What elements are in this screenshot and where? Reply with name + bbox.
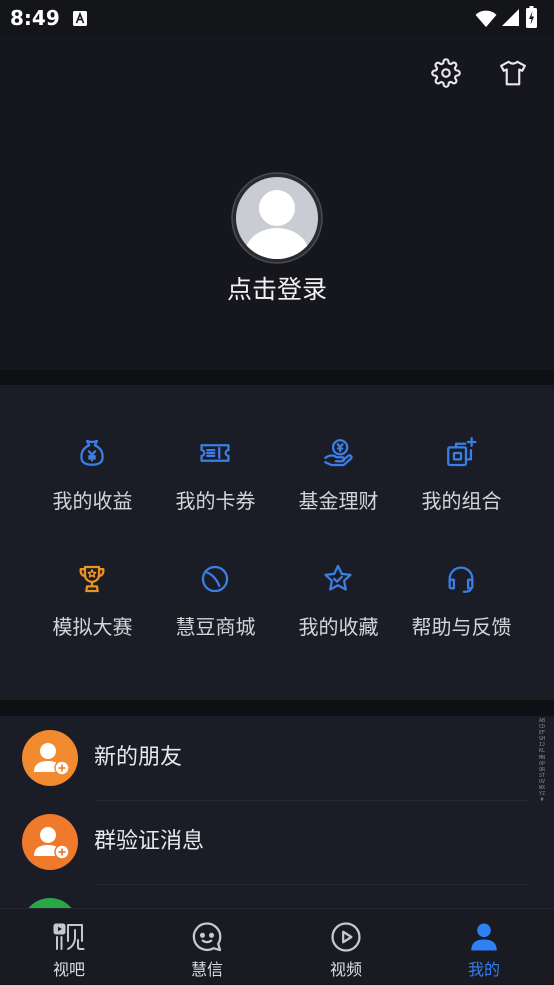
nav-item-video[interactable]: 视频 <box>277 909 415 985</box>
portfolio-add-icon <box>444 436 478 470</box>
battery-charging-icon <box>526 6 537 28</box>
app-notification-icon <box>73 11 87 26</box>
grid-item-label: 帮助与反馈 <box>411 615 512 639</box>
nav-label: 视频 <box>329 960 362 979</box>
bean-icon <box>198 562 232 596</box>
grid-item-earnings[interactable]: 我的收益 <box>31 436 154 516</box>
signal-icon <box>502 9 519 26</box>
grid-item-coupons[interactable]: 我的卡券 <box>154 436 277 516</box>
section-divider <box>0 370 554 385</box>
group-verify-icon <box>22 814 78 870</box>
person-icon <box>467 920 501 954</box>
status-time: 8:49 <box>10 6 60 30</box>
list-item-label: 群验证消息 <box>94 829 205 854</box>
profile-header: 点击登录 <box>0 37 554 370</box>
list-item-label: 新的朋友 <box>94 745 183 770</box>
grid-item-contest[interactable]: 模拟大赛 <box>31 562 154 642</box>
alphabet-index-bar[interactable]: ABCDEFGHIJKLMNOPQRSTUVWXYZ# <box>538 718 546 884</box>
grid-item-label: 慧豆商城 <box>175 615 256 639</box>
trophy-icon <box>75 562 109 596</box>
hand-coin-icon <box>321 436 355 470</box>
grid-item-label: 我的收藏 <box>298 615 379 639</box>
nav-label: 我的 <box>467 960 500 979</box>
list-item-partial[interactable] <box>0 884 554 908</box>
star-check-icon <box>321 562 355 596</box>
grid-item-label: 模拟大赛 <box>52 615 133 639</box>
default-avatar-icon[interactable] <box>231 172 323 264</box>
grid-item-label: 我的组合 <box>421 489 502 513</box>
wifi-icon <box>475 8 497 28</box>
add-friend-icon <box>22 730 78 786</box>
nav-item-shiba[interactable]: 视吧 <box>0 909 138 985</box>
grid-item-portfolio[interactable]: 我的组合 <box>400 436 523 516</box>
grid-item-funds[interactable]: 基金理财 <box>277 436 400 516</box>
grid-item-bean-mall[interactable]: 慧豆商城 <box>154 562 277 642</box>
nav-item-messages[interactable]: 慧信 <box>138 909 276 985</box>
chat-bubble-icon <box>190 920 224 954</box>
section-divider <box>0 700 554 716</box>
status-bar: 8:49 <box>0 0 554 37</box>
ticket-icon <box>198 436 232 470</box>
grid-item-favorites[interactable]: 我的收藏 <box>277 562 400 642</box>
grid-item-help[interactable]: 帮助与反馈 <box>400 562 523 642</box>
nav-label: 慧信 <box>190 960 223 979</box>
tshirt-skin-icon[interactable] <box>498 58 528 88</box>
headset-icon <box>444 562 478 596</box>
grid-item-label: 我的收益 <box>52 489 133 513</box>
shiba-logo-icon <box>52 920 86 954</box>
nav-label: 视吧 <box>52 960 85 979</box>
contact-list: 新的朋友 群验证消息 ABCDEFGHIJKLMNOPQRSTUVWXYZ# <box>0 716 554 908</box>
nav-item-me[interactable]: 我的 <box>415 909 553 985</box>
feature-grid: 我的收益 我的卡券 基金理财 我的组合 模拟大赛 慧豆商城 我的收藏 帮助与反馈 <box>0 385 554 700</box>
list-item-group-verify[interactable]: 群验证消息 <box>0 800 554 884</box>
grid-item-label: 基金理财 <box>298 489 379 513</box>
list-item-new-friends[interactable]: 新的朋友 <box>0 716 554 800</box>
grid-item-label: 我的卡券 <box>175 489 256 513</box>
settings-gear-icon[interactable] <box>431 58 461 88</box>
play-circle-icon <box>329 920 363 954</box>
money-bag-icon <box>75 436 109 470</box>
bottom-nav: 视吧 慧信 视频 我的 <box>0 908 554 984</box>
contact-avatar-icon <box>22 898 78 908</box>
login-prompt[interactable]: 点击登录 <box>0 273 554 307</box>
